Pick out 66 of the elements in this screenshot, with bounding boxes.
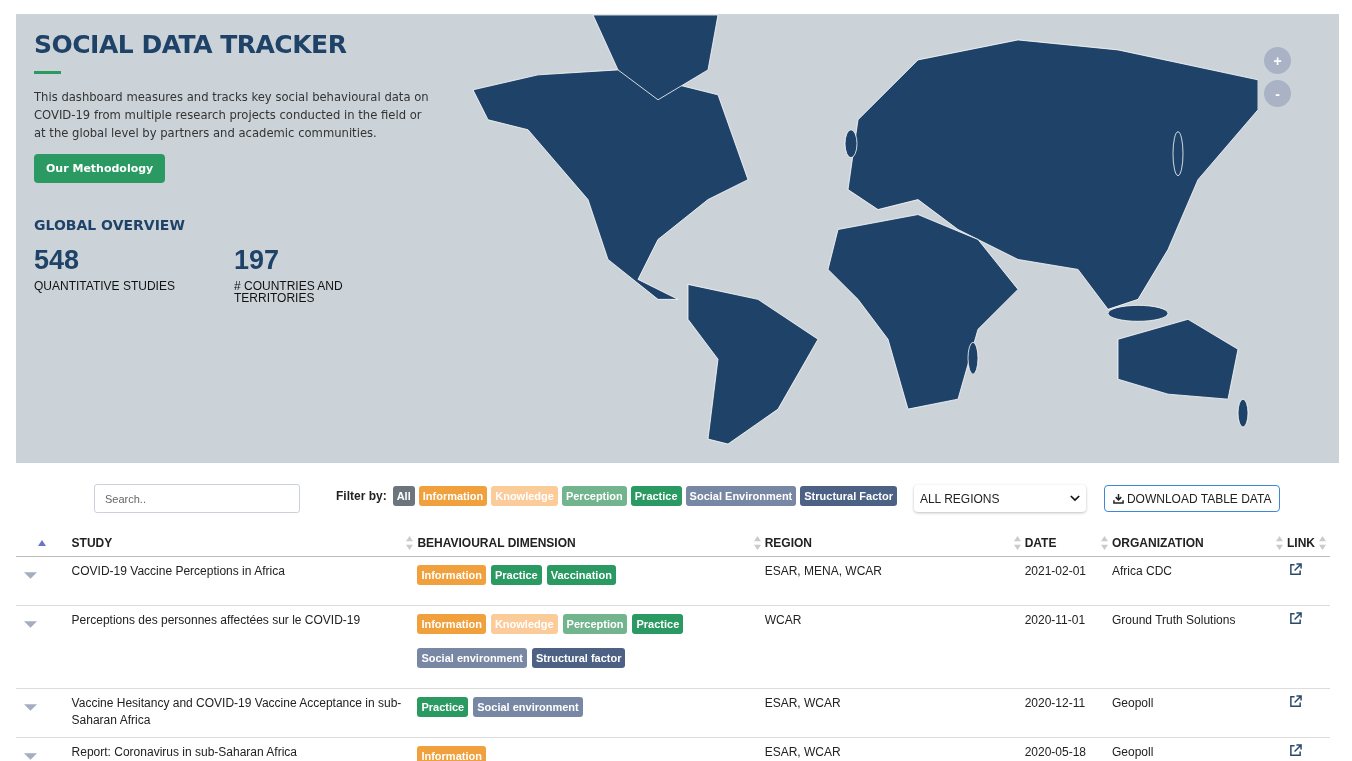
expand-caret-icon[interactable] (24, 572, 37, 579)
organization-cell: Geopoll (1112, 737, 1287, 761)
filter-chip[interactable]: Practice (630, 485, 682, 506)
stat-label: QUANTITATIVE STUDIES (34, 280, 176, 292)
dimension-tag: Practice (632, 614, 684, 634)
column-header[interactable]: LINK (1287, 536, 1315, 550)
dimension-tag: Structural factor (531, 648, 626, 668)
column-header[interactable]: REGION (764, 536, 812, 550)
filter-chip[interactable]: Structural Factor (800, 485, 897, 506)
date-cell: 2020-11-01 (1024, 605, 1112, 689)
filter-label: Filter by: (336, 488, 387, 503)
organization-cell: Africa CDC (1112, 556, 1287, 606)
expand-caret-icon[interactable] (24, 753, 37, 760)
dimension-tag: Knowledge (490, 614, 558, 634)
dimension-tag: Social environment (417, 648, 527, 668)
sort-icon[interactable] (1013, 536, 1021, 550)
page-title: SOCIAL DATA TRACKER (34, 30, 348, 59)
sort-ascending-icon[interactable] (37, 540, 46, 546)
methodology-button[interactable]: Our Methodology (34, 154, 166, 183)
external-link-icon[interactable] (1289, 695, 1302, 708)
download-button[interactable]: DOWNLOAD TABLE DATA (1103, 485, 1281, 512)
region-cell: ESAR, WCAR (764, 688, 1025, 738)
sort-icon[interactable] (753, 536, 761, 550)
expand-caret-icon[interactable] (24, 704, 37, 711)
dimension-tag: Practice (490, 565, 542, 585)
filter-chip[interactable]: All (392, 485, 415, 506)
column-header[interactable]: STUDY (71, 536, 113, 550)
stat-value: 197 (234, 245, 281, 276)
date-cell: 2021-02-01 (1024, 556, 1112, 606)
filter-chip[interactable]: Social Environment (685, 485, 797, 506)
overview-heading: GLOBAL OVERVIEW (34, 217, 186, 233)
column-header[interactable]: DATE (1024, 536, 1057, 550)
description-text: This dashboard measures and tracks key social behavioural data on COVID-19 from multiple research projects conducted in the field or at the global level by partners and academic communities. (34, 89, 430, 142)
dimension-tag: Perception (562, 614, 628, 634)
sort-icon[interactable] (406, 536, 414, 550)
chevron-down-icon (1069, 495, 1080, 502)
sort-icon[interactable] (1101, 536, 1108, 550)
column-header[interactable]: BEHAVIOURAL DIMENSION (417, 536, 576, 550)
external-link-icon[interactable] (1289, 563, 1302, 576)
date-cell: 2020-05-18 (1024, 737, 1112, 761)
organization-cell: Geopoll (1112, 688, 1287, 738)
stat-value: 548 (34, 245, 81, 276)
dimension-tag: Vaccination (546, 565, 616, 585)
dimension-tag: Information (417, 614, 486, 634)
study-title: Perceptions des personnes affectées sur le COVID-19 (71, 605, 418, 689)
column-header[interactable]: ORGANIZATION (1112, 536, 1204, 550)
region-cell: ESAR, MENA, WCAR (764, 556, 1025, 606)
sort-icon[interactable] (1276, 536, 1283, 550)
stat-label: # COUNTRIES AND TERRITORIES (234, 280, 344, 304)
dimension-tag: Social environment (473, 697, 583, 717)
sort-icon[interactable] (1319, 536, 1326, 550)
external-link-icon[interactable] (1289, 744, 1302, 757)
dimension-tag: Information (417, 565, 486, 585)
dimension-tag: Practice (417, 697, 469, 717)
region-cell: ESAR, WCAR (764, 737, 1025, 761)
organization-cell: Ground Truth Solutions (1112, 605, 1287, 689)
expand-caret-icon[interactable] (24, 621, 37, 628)
search-field[interactable]: Search.. (94, 484, 300, 513)
study-title: COVID-19 Vaccine Perceptions in Africa (71, 556, 418, 606)
dimension-tag: Information (417, 746, 486, 761)
download-icon (1112, 493, 1124, 504)
region-cell: WCAR (764, 605, 1025, 689)
date-cell: 2020-12-11 (1024, 688, 1112, 738)
study-title: Vaccine Hesitancy and COVID-19 Vaccine Acceptance in sub-Saharan Africa (71, 688, 418, 738)
external-link-icon[interactable] (1289, 612, 1302, 625)
region-select[interactable]: ALL REGIONS (913, 485, 1086, 512)
